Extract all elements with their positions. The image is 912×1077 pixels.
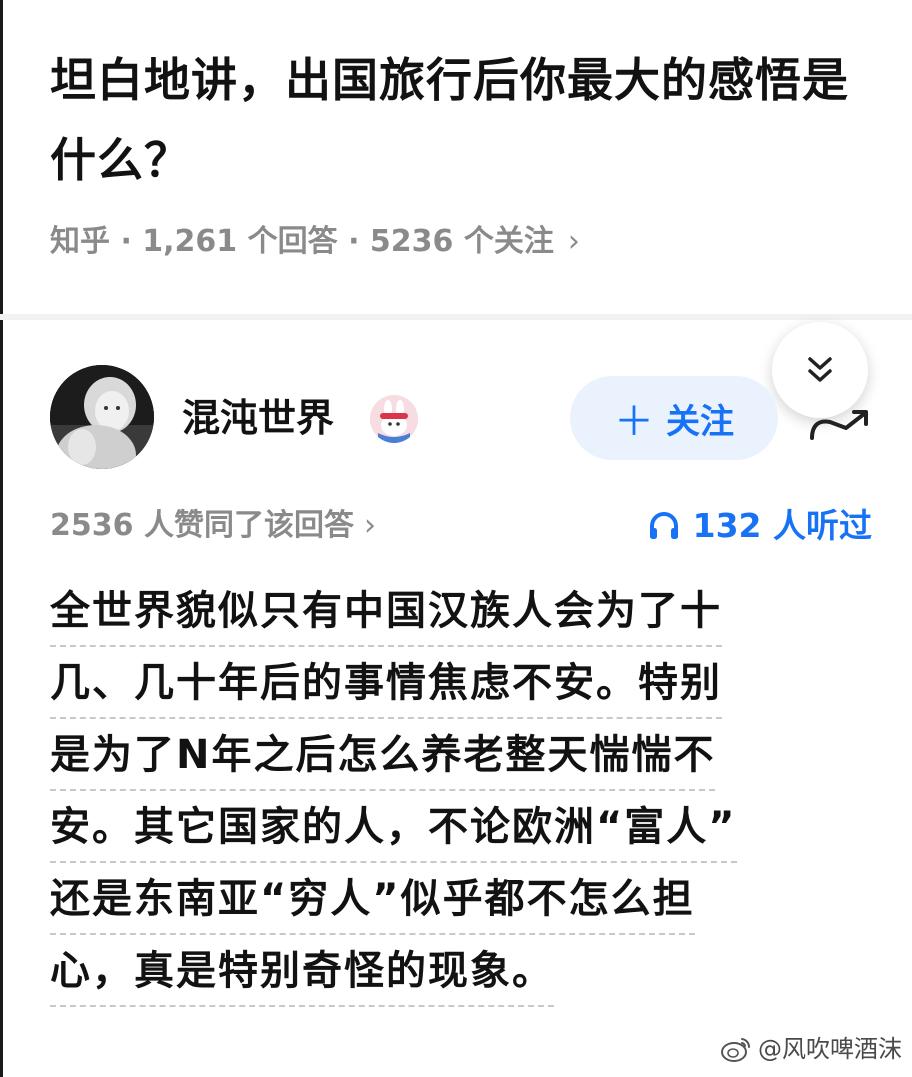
answer-line-text: 还是东南亚“穷人”似乎都不怎么担 bbox=[50, 865, 695, 935]
answer-line-text: 心，真是特别奇怪的现象。 bbox=[50, 937, 554, 1007]
left-edge-border bbox=[0, 0, 3, 1077]
plus-icon: ＋ bbox=[614, 399, 654, 445]
avatar-photo bbox=[50, 365, 154, 469]
weibo-icon bbox=[721, 1038, 751, 1062]
follow-label: 关注 bbox=[666, 401, 734, 442]
author-badge[interactable] bbox=[370, 395, 418, 443]
double-chevron-down-icon bbox=[808, 357, 832, 382]
answer-line-text: 几、几十年后的事情焦虑不安。特别 bbox=[50, 649, 722, 719]
answer-line-text: 安。其它国家的人，不论欧洲“富人” bbox=[50, 793, 737, 863]
answer-line: 是为了N年之后怎么养老整天惴惴不 bbox=[50, 719, 870, 791]
share-icon[interactable] bbox=[806, 404, 872, 444]
rabbit-badge-icon bbox=[370, 395, 418, 443]
answer-line: 全世界貌似只有中国汉族人会为了十 bbox=[50, 575, 870, 647]
answer-body[interactable]: 全世界貌似只有中国汉族人会为了十 几、几十年后的事情焦虑不安。特别 是为了N年之… bbox=[50, 575, 870, 1007]
likes-text: 2536 人赞同了该回答 bbox=[50, 508, 354, 543]
watermark-text: @风吹啤酒沫 bbox=[758, 1035, 902, 1063]
author-name[interactable]: 混沌世界 bbox=[182, 388, 334, 448]
chevron-right-icon: › bbox=[363, 508, 376, 543]
question-meta-text: 知乎 · 1,261 个回答 · 5236 个关注 bbox=[50, 224, 554, 259]
answer-line: 几、几十年后的事情焦虑不安。特别 bbox=[50, 647, 870, 719]
answer-line: 安。其它国家的人，不论欧洲“富人” bbox=[50, 791, 870, 863]
avatar[interactable] bbox=[50, 365, 154, 469]
question-title[interactable]: 坦白地讲，出国旅行后你最大的感悟是什么？ bbox=[50, 40, 880, 200]
chevron-right-icon: › bbox=[567, 224, 580, 259]
follow-button[interactable]: ＋ 关注 bbox=[570, 376, 778, 460]
answer-line-text: 全世界貌似只有中国汉族人会为了十 bbox=[50, 577, 722, 647]
answer-line: 心，真是特别奇怪的现象。 bbox=[50, 935, 870, 1007]
listens-text: 132 人听过 bbox=[692, 506, 872, 545]
answer-line: 还是东南亚“穷人”似乎都不怎么担 bbox=[50, 863, 870, 935]
headphones-icon bbox=[649, 512, 678, 539]
likes-summary[interactable]: 2536 人赞同了该回答 › bbox=[50, 500, 376, 552]
section-divider bbox=[0, 314, 912, 320]
listens-summary[interactable]: 132 人听过 bbox=[647, 500, 872, 552]
watermark: @风吹啤酒沫 bbox=[720, 1029, 902, 1069]
question-meta[interactable]: 知乎 · 1,261 个回答 · 5236 个关注 › bbox=[50, 214, 580, 270]
answer-line-text: 是为了N年之后怎么养老整天惴惴不 bbox=[50, 721, 716, 791]
